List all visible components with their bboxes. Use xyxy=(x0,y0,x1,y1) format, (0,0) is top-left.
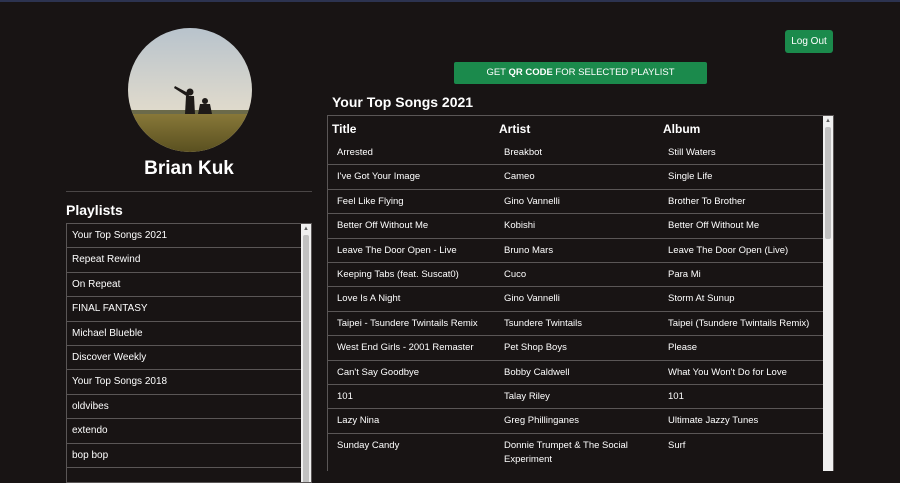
song-artist: Pet Shop Boys xyxy=(504,342,567,354)
song-artist: Talay Riley xyxy=(504,390,550,402)
song-album: Brother To Brother xyxy=(668,195,746,207)
song-album: Surf xyxy=(668,439,686,451)
qr-button-bold: QR CODE xyxy=(508,67,553,78)
song-artist: Gino Vannelli xyxy=(504,195,560,207)
song-album: Taipei (Tsundere Twintails Remix) xyxy=(668,317,810,329)
song-title: Keeping Tabs (feat. Suscat0) xyxy=(337,268,459,280)
song-title: Can't Say Goodbye xyxy=(337,366,420,378)
song-title: 101 xyxy=(337,390,353,402)
playlist-item[interactable]: extendo xyxy=(67,419,302,444)
song-album: Storm At Sunup xyxy=(668,293,735,305)
song-album: What You Won't Do for Love xyxy=(668,366,787,378)
table-row[interactable]: Can't Say Goodbye Bobby Caldwell What Yo… xyxy=(328,361,824,385)
column-header-title: Title xyxy=(332,121,357,136)
qr-button-suffix: FOR SELECTED PLAYLIST xyxy=(552,67,675,78)
playlist-item[interactable]: Your Top Songs 2018 xyxy=(67,370,302,395)
table-row[interactable]: Taipei - Tsundere Twintails Remix Tsunde… xyxy=(328,312,824,337)
playlist-scrollbar[interactable]: ▲ xyxy=(301,224,311,482)
song-artist: Cameo xyxy=(504,171,535,183)
song-title: Leave The Door Open - Live xyxy=(337,244,457,256)
top-border xyxy=(0,0,900,2)
song-title: I've Got Your Image xyxy=(337,171,421,183)
playlist-item[interactable] xyxy=(67,468,302,482)
table-row[interactable]: Better Off Without Me Kobishi Better Off… xyxy=(328,214,824,239)
song-album: 101 xyxy=(668,390,684,402)
table-row[interactable]: I've Got Your Image Cameo Single Life xyxy=(328,165,824,190)
playlist-item[interactable]: Michael Blueble xyxy=(67,322,302,346)
song-title: West End Girls - 2001 Remaster xyxy=(337,342,474,354)
songs-scrollbar[interactable]: ▲ xyxy=(823,116,833,471)
qr-button-prefix: GET xyxy=(486,67,509,78)
song-artist: Greg Phillinganes xyxy=(504,415,579,427)
playlist-list[interactable]: Your Top Songs 2021 Repeat Rewind On Rep… xyxy=(66,223,312,483)
table-row[interactable]: West End Girls - 2001 Remaster Pet Shop … xyxy=(328,336,824,361)
playlist-item[interactable]: Repeat Rewind xyxy=(67,248,302,273)
song-artist: Donnie Trumpet & The Social Experiment xyxy=(504,439,628,465)
song-artist: Breakbot xyxy=(504,147,543,158)
table-row[interactable]: Sunday Candy Donnie Trumpet & The Social… xyxy=(328,434,824,471)
table-row[interactable]: Lazy Nina Greg Phillinganes Ultimate Jaz… xyxy=(328,409,824,434)
user-name: Brian Kuk xyxy=(144,158,234,179)
column-header-album: Album xyxy=(663,121,701,136)
playlist-item[interactable]: bop bop xyxy=(67,444,302,468)
get-qr-code-button[interactable]: GET QR CODE FOR SELECTED PLAYLIST xyxy=(454,62,707,84)
song-title: Sunday Candy xyxy=(337,439,400,451)
song-artist: Cuco xyxy=(504,268,527,280)
song-album: Better Off Without Me xyxy=(668,220,760,232)
playlists-heading: Playlists xyxy=(66,202,123,218)
song-album: Please xyxy=(668,342,698,354)
playlist-item[interactable]: Your Top Songs 2021 xyxy=(67,224,302,249)
song-title: Love Is A Night xyxy=(337,293,401,305)
playlist-item[interactable]: Discover Weekly xyxy=(67,346,302,371)
song-title: Better Off Without Me xyxy=(337,220,429,232)
song-artist: Gino Vannelli xyxy=(504,293,560,305)
scroll-up-icon[interactable]: ▲ xyxy=(823,116,833,126)
song-title: Feel Like Flying xyxy=(337,195,404,207)
songs-title: Your Top Songs 2021 xyxy=(332,94,474,110)
playlist-item[interactable]: oldvibes xyxy=(67,395,302,420)
scroll-thumb[interactable] xyxy=(825,127,831,239)
table-header: Title Artist Album xyxy=(328,116,833,141)
column-header-artist: Artist xyxy=(499,121,531,136)
songs-table[interactable]: Title Artist Album Arrested Breakbot Sti… xyxy=(327,115,834,471)
song-artist: Kobishi xyxy=(504,220,536,232)
song-title: Taipei - Tsundere Twintails Remix xyxy=(337,317,478,329)
avatar-image xyxy=(128,28,252,152)
table-row[interactable]: Keeping Tabs (feat. Suscat0) Cuco Para M… xyxy=(328,263,824,288)
song-artist: Bruno Mars xyxy=(504,244,554,256)
song-artist: Tsundere Twintails xyxy=(504,317,582,329)
table-row[interactable]: Arrested Breakbot Still Waters xyxy=(328,141,824,166)
song-album: Ultimate Jazzy Tunes xyxy=(668,415,759,427)
playlist-item[interactable]: FINAL FANTASY xyxy=(67,297,302,322)
avatar xyxy=(128,28,252,152)
song-artist: Bobby Caldwell xyxy=(504,366,570,378)
song-album: Leave The Door Open (Live) xyxy=(668,244,789,256)
table-row[interactable]: 101 Talay Riley 101 xyxy=(328,385,824,410)
song-album: Single Life xyxy=(668,171,713,183)
song-title: Lazy Nina xyxy=(337,415,380,427)
table-row[interactable]: Love Is A Night Gino Vannelli Storm At S… xyxy=(328,287,824,312)
songs-scrollbar-track[interactable]: ▲ xyxy=(823,116,833,471)
song-album: Still Waters xyxy=(668,147,716,158)
playlist-item[interactable]: On Repeat xyxy=(67,273,302,298)
scroll-up-icon[interactable]: ▲ xyxy=(301,224,311,234)
song-title: Arrested xyxy=(337,147,373,158)
table-row[interactable]: Leave The Door Open - Live Bruno Mars Le… xyxy=(328,239,824,263)
table-row[interactable]: Feel Like Flying Gino Vannelli Brother T… xyxy=(328,190,824,215)
logout-button[interactable]: Log Out xyxy=(785,30,833,53)
divider xyxy=(66,191,312,192)
scroll-thumb[interactable] xyxy=(303,235,309,482)
song-album: Para Mi xyxy=(668,268,701,280)
